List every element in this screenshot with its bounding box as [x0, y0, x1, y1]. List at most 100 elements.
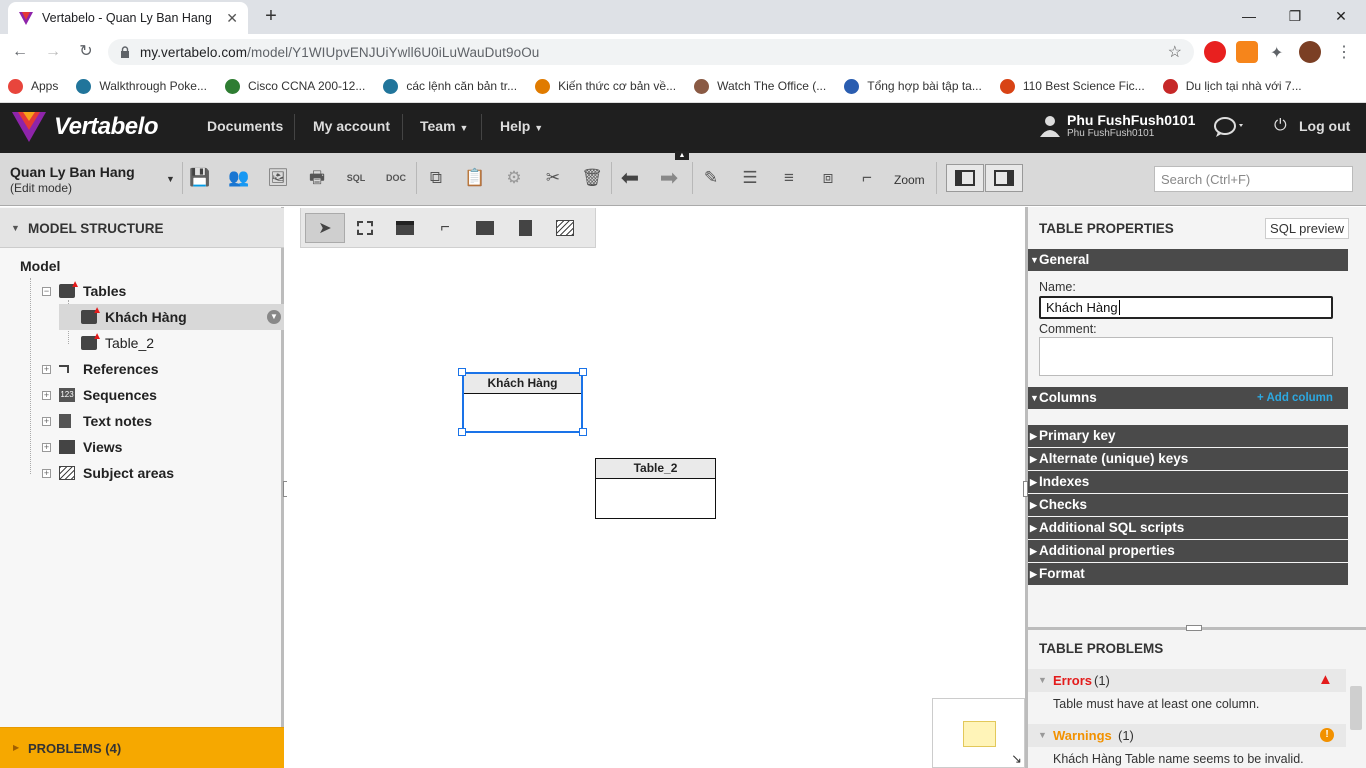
expand-icon[interactable]: +: [42, 442, 51, 452]
power-icon[interactable]: ⏻: [1274, 117, 1287, 135]
section-alternate-keys[interactable]: ▶ Alternate (unique) keys: [1028, 448, 1348, 470]
paste-special-icon[interactable]: ⚙: [502, 166, 526, 190]
bookmark-item[interactable]: 110 Best Science Fic...: [999, 78, 1145, 94]
model-structure-header[interactable]: ▼ MODEL STRUCTURE: [0, 208, 284, 248]
table-entity[interactable]: Table_2: [595, 458, 716, 519]
print-icon[interactable]: 🖶: [305, 166, 329, 190]
section-checks[interactable]: ▶ Checks: [1028, 494, 1348, 516]
copy-icon[interactable]: ⧉: [424, 166, 448, 190]
close-window-icon[interactable]: ✕: [1330, 5, 1352, 27]
logout-link[interactable]: Log out: [1299, 118, 1350, 134]
new-tab-button[interactable]: +: [260, 5, 282, 27]
table-entity-selection[interactable]: Khách Hàng: [462, 372, 583, 433]
row-menu-chevron-icon[interactable]: ▼: [267, 310, 281, 324]
warnings-header[interactable]: ▼ Warnings (1) !: [1028, 724, 1346, 747]
problems-panel-header[interactable]: ▶ PROBLEMS (4): [0, 727, 284, 768]
expand-icon[interactable]: +: [42, 416, 51, 426]
minimap-viewport[interactable]: [963, 721, 996, 747]
profile-avatar[interactable]: [1299, 41, 1321, 63]
bookmark-item[interactable]: Apps: [8, 78, 58, 94]
add-reference-icon[interactable]: ⌐: [425, 213, 465, 243]
arrange-icon[interactable]: ⧈: [816, 166, 840, 190]
user-name[interactable]: Phu FushFush0101: [1067, 112, 1195, 128]
add-table-icon[interactable]: [385, 213, 425, 243]
bookmark-item[interactable]: Walkthrough Poke...: [76, 78, 207, 94]
collapse-toolbar-icon[interactable]: ▲: [675, 151, 689, 160]
paste-icon[interactable]: 📋: [463, 166, 487, 190]
minimap[interactable]: ↘: [932, 698, 1025, 768]
table-name-field[interactable]: Khách Hàng: [1039, 296, 1333, 319]
browser-tab[interactable]: Vertabelo - Quan Ly Ban Hang ✕: [8, 2, 248, 34]
model-menu-chevron-icon[interactable]: ▼: [166, 174, 175, 184]
close-tab-icon[interactable]: ✕: [226, 10, 238, 27]
tree-item-table-khach-hang[interactable]: ▲ Khách Hàng ▼: [81, 304, 281, 330]
tree-item-text-notes[interactable]: + Text notes: [42, 408, 152, 434]
tree-item-sequences[interactable]: +123 Sequences: [42, 382, 157, 408]
export-sql-icon[interactable]: SQL: [344, 166, 368, 190]
tree-item-references[interactable]: + References: [42, 356, 159, 382]
rectangle-select-icon[interactable]: [345, 213, 385, 243]
tree-root-model[interactable]: Model: [20, 258, 60, 274]
bookmark-star-icon[interactable]: ☆: [1168, 42, 1182, 62]
add-column-link[interactable]: + Add column: [1257, 392, 1333, 404]
toggle-left-panel-button[interactable]: [946, 164, 984, 192]
chat-icon[interactable]: [1214, 117, 1246, 137]
sql-preview-button[interactable]: SQL preview: [1265, 218, 1349, 239]
panel-splitter-handle[interactable]: [1186, 625, 1202, 631]
redo-arrow-icon[interactable]: ➡: [657, 166, 681, 190]
delete-icon[interactable]: 🗑: [580, 166, 604, 190]
add-text-note-icon[interactable]: [505, 213, 545, 243]
nav-documents[interactable]: Documents: [207, 118, 283, 134]
tree-item-views[interactable]: + Views: [42, 434, 122, 460]
align-icon[interactable]: ☰: [738, 166, 762, 190]
zoom-menu[interactable]: Zoom: [894, 173, 925, 187]
section-general[interactable]: ▼ General: [1028, 249, 1348, 271]
section-additional-properties[interactable]: ▶ Additional properties: [1028, 540, 1348, 562]
section-format[interactable]: ▶ Format: [1028, 563, 1348, 585]
tree-item-subject-areas[interactable]: + Subject areas: [42, 460, 174, 486]
resize-handle[interactable]: [579, 368, 587, 376]
bookmark-item[interactable]: Watch The Office (...: [694, 78, 826, 94]
expand-icon[interactable]: +: [42, 468, 51, 478]
expand-icon[interactable]: +: [42, 390, 51, 400]
resize-handle[interactable]: [458, 428, 466, 436]
resize-arrow-icon[interactable]: ↘: [1011, 751, 1022, 767]
line-style-icon[interactable]: ⌐: [855, 166, 879, 190]
tree-item-table-2[interactable]: ▲ Table_2: [81, 330, 154, 356]
edit-format-icon[interactable]: ✎: [699, 166, 723, 190]
comment-field[interactable]: [1039, 337, 1333, 376]
add-view-icon[interactable]: [465, 213, 505, 243]
reload-icon[interactable]: ↻: [76, 42, 96, 62]
address-bar[interactable]: my.vertabelo.com/model/Y1WIUpvENJUiYwll6…: [108, 39, 1194, 65]
errors-header[interactable]: ▼ Errors (1) ▲: [1028, 669, 1346, 692]
bookmark-item[interactable]: Tổng hợp bài tập ta...: [844, 78, 982, 94]
search-input[interactable]: Search (Ctrl+F): [1154, 166, 1353, 192]
minimize-icon[interactable]: —: [1238, 5, 1260, 27]
select-pointer-icon[interactable]: ➤: [305, 212, 345, 243]
section-sql-scripts[interactable]: ▶ Additional SQL scripts: [1028, 517, 1348, 539]
share-users-icon[interactable]: 👥: [227, 166, 251, 190]
bookmark-item[interactable]: Cisco CCNA 200-12...: [224, 78, 365, 94]
bookmark-item[interactable]: Kiến thức cơ bản về...: [535, 78, 676, 94]
nav-team[interactable]: Team ▼: [420, 118, 468, 134]
collapse-icon[interactable]: −: [42, 286, 51, 296]
back-icon[interactable]: ←: [10, 42, 30, 62]
restore-icon[interactable]: ❐: [1284, 5, 1306, 27]
resize-handle[interactable]: [579, 428, 587, 436]
export-doc-icon[interactable]: DOC: [384, 166, 408, 190]
expand-icon[interactable]: +: [42, 364, 51, 374]
resize-handle[interactable]: [458, 368, 466, 376]
toggle-right-panel-button[interactable]: [985, 164, 1023, 192]
distribute-icon[interactable]: ≡: [777, 166, 801, 190]
metamask-extension-icon[interactable]: [1236, 41, 1258, 63]
browser-menu-icon[interactable]: ⋮: [1336, 42, 1352, 62]
tree-item-tables[interactable]: − ▲ Tables: [42, 278, 126, 304]
nav-help[interactable]: Help ▼: [500, 118, 543, 134]
section-primary-key[interactable]: ▶ Primary key: [1028, 425, 1348, 447]
undo-arrow-icon[interactable]: ⬅: [618, 166, 642, 190]
bookmark-item[interactable]: Du lịch tại nhà với 7...: [1162, 78, 1302, 94]
cut-icon[interactable]: ✂: [541, 166, 565, 190]
opera-extension-icon[interactable]: [1204, 41, 1226, 63]
export-image-icon[interactable]: 🖼: [266, 166, 290, 190]
bookmark-item[interactable]: các lệnh căn bản tr...: [383, 78, 517, 94]
